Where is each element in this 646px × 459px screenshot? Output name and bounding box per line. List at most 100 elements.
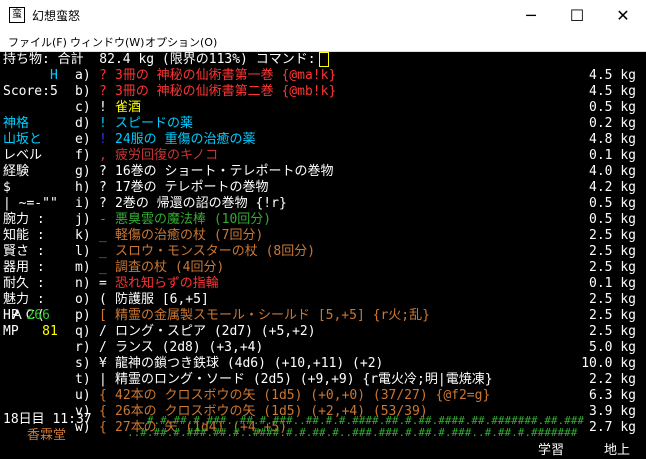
side-stat-3: 神格 — [3, 116, 30, 131]
item-glyph: ¥ — [99, 356, 107, 371]
item-weight: 2.5 kg — [589, 228, 636, 243]
minimize-button[interactable]: ─ — [508, 0, 554, 31]
item-name: 防護服 [6,+5] — [115, 292, 209, 307]
item-name: 雀酒 — [115, 100, 142, 115]
side-stat-10: 知能 : — [3, 228, 45, 243]
item-name: 16巻の ショート・テレポートの巻物 — [115, 164, 334, 179]
terminal: 持ち物: 合計 82.4 kg (限界の113%) コマンド: H Score:5… — [0, 52, 646, 459]
hp-label: HP 266 — [3, 308, 50, 324]
side-stat-1: Score:5 — [3, 84, 58, 99]
item-glyph: _ — [99, 244, 107, 259]
item-weight: 0.5 kg — [589, 212, 636, 227]
item-name: 精霊のロング・ソード (2d5) (+9,+9) {r電火冷;明|電焼凍} — [115, 372, 493, 387]
item-glyph: ( — [99, 292, 107, 307]
item-weight: 2.5 kg — [589, 260, 636, 275]
app-icon[interactable]: 蛮 — [9, 7, 25, 23]
item-weight: 0.5 kg — [589, 100, 636, 115]
side-stat-12: 器用 : — [3, 260, 45, 275]
item-glyph: ? — [99, 180, 107, 195]
item-name: 精霊の金属製スモール・シールド [5,+5] {r火;乱} — [115, 308, 430, 323]
mp-label-text: MP — [3, 324, 19, 339]
inventory-header: 持ち物: 合計 82.4 kg (限界の113%) コマンド: — [3, 52, 329, 68]
item-glyph: | — [99, 372, 107, 387]
item-weight: 0.1 kg — [589, 276, 636, 291]
item-weight: 0.5 kg — [589, 196, 636, 211]
item-weight: 6.3 kg — [589, 388, 636, 403]
header-text: 持ち物: 合計 82.4 kg (限界の113%) コマンド: — [3, 52, 316, 67]
item-weight: 2.5 kg — [589, 324, 636, 339]
item-glyph: ? — [99, 196, 107, 211]
item-weight: 10.0 kg — [581, 356, 636, 371]
item-glyph: ! — [99, 132, 107, 147]
item-weight: 5.0 kg — [589, 340, 636, 355]
menu-file[interactable]: ファイル(F) — [8, 34, 67, 50]
hp-value: 266 — [26, 308, 50, 323]
menu-bar: ファイル(F) ウィンドウ(W) オプション(O) — [0, 31, 646, 52]
item-name: 3冊の 神秘の仙術書第二巻 {@mb!k} — [115, 84, 337, 99]
side-stat-9: 腕力 : — [3, 212, 45, 227]
item-weight: 3.9 kg — [589, 404, 636, 419]
map-row-2: ..#.##.#.###.##.#..####.#.#.##.#..###.##… — [127, 426, 578, 439]
status-depth: 地上 — [604, 443, 631, 458]
item-weight: 2.5 kg — [589, 308, 636, 323]
item-glyph: _ — [99, 228, 107, 243]
game-date: 18日目 11:37 — [3, 412, 92, 427]
side-stat-8: | ~=-"" — [3, 196, 58, 211]
item-name: 17巻の テレポートの巻物 — [115, 180, 269, 195]
item-weight: 4.2 kg — [589, 180, 636, 195]
menu-window[interactable]: ウィンドウ(W) — [70, 34, 144, 50]
item-name: スピードの薬 — [115, 116, 194, 131]
item-name: 42本の クロスボウの矢 (1d5) (+0,+0) (37/27) {@f2=… — [115, 388, 491, 403]
menu-options[interactable]: オプション(O) — [145, 34, 217, 50]
title-bar: 蛮 幻想蛮怒 ─ ☐ ✕ — [0, 0, 646, 31]
item-name: 2巻の 帰還の詔の巻物 {!r} — [115, 196, 287, 211]
item-glyph: , — [99, 148, 107, 163]
item-name: ロング・スピア (2d7) (+5,+2) — [115, 324, 316, 339]
item-weight: 2.2 kg — [589, 372, 636, 387]
location-name: 香霖堂 — [27, 428, 67, 443]
item-glyph: { — [99, 420, 107, 435]
item-weight: 4.5 kg — [589, 84, 636, 99]
side-stat-11: 賢さ : — [3, 244, 45, 259]
item-glyph: = — [99, 276, 107, 291]
item-glyph: - — [99, 212, 107, 227]
item-name: ランス (2d8) (+3,+4) — [115, 340, 264, 355]
item-glyph: _ — [99, 260, 107, 275]
close-button[interactable]: ✕ — [600, 0, 646, 31]
item-glyph: ! — [99, 100, 107, 115]
item-name: 悪臭雲の魔法棒 (10回分) — [115, 212, 272, 227]
item-glyph: { — [99, 404, 107, 419]
side-stat-13: 耐久 : — [3, 276, 45, 291]
item-name: 疲労回復のキノコ — [115, 148, 219, 163]
side-stat-7: $ — [3, 180, 11, 195]
item-name: 3冊の 神秘の仙術書第一巻 {@ma!k} — [115, 68, 337, 83]
item-weight: 4.5 kg — [589, 68, 636, 83]
item-weight: 4.8 kg — [589, 132, 636, 147]
cursor — [318, 52, 329, 67]
side-stat-5: レベル — [3, 148, 43, 163]
side-stat-6: 経験 — [3, 164, 30, 179]
status-study: 学習 — [538, 443, 565, 458]
item-glyph: ! — [99, 116, 107, 131]
item-name: 24服の 重傷の治癒の薬 — [115, 132, 256, 147]
maximize-button[interactable]: ☐ — [554, 0, 600, 31]
side-stat-0: H — [3, 68, 58, 83]
item-weight: 0.2 kg — [589, 116, 636, 131]
mp-label: MP 81 — [3, 324, 58, 340]
item-glyph: ? — [99, 68, 107, 83]
item-glyph: { — [99, 388, 107, 403]
mp-value: 81 — [42, 324, 58, 339]
item-weight: 0.1 kg — [589, 148, 636, 163]
item-glyph: [ — [99, 308, 107, 323]
item-glyph: / — [99, 324, 107, 339]
item-name: 龍神の鎖つき鉄球 (4d6) (+10,+11) (+2) — [115, 356, 384, 371]
item-glyph: / — [99, 340, 107, 355]
hp-label-text: HP — [3, 308, 19, 323]
item-weight: 2.7 kg — [589, 420, 636, 435]
item-glyph: ? — [99, 164, 107, 179]
item-name: 恐れ知らずの指輪 — [115, 276, 219, 291]
item-glyph: ? — [99, 84, 107, 99]
side-stat-4: 山坂と — [3, 132, 43, 147]
item-weight: 4.0 kg — [589, 164, 636, 179]
item-weight: 2.5 kg — [589, 244, 636, 259]
